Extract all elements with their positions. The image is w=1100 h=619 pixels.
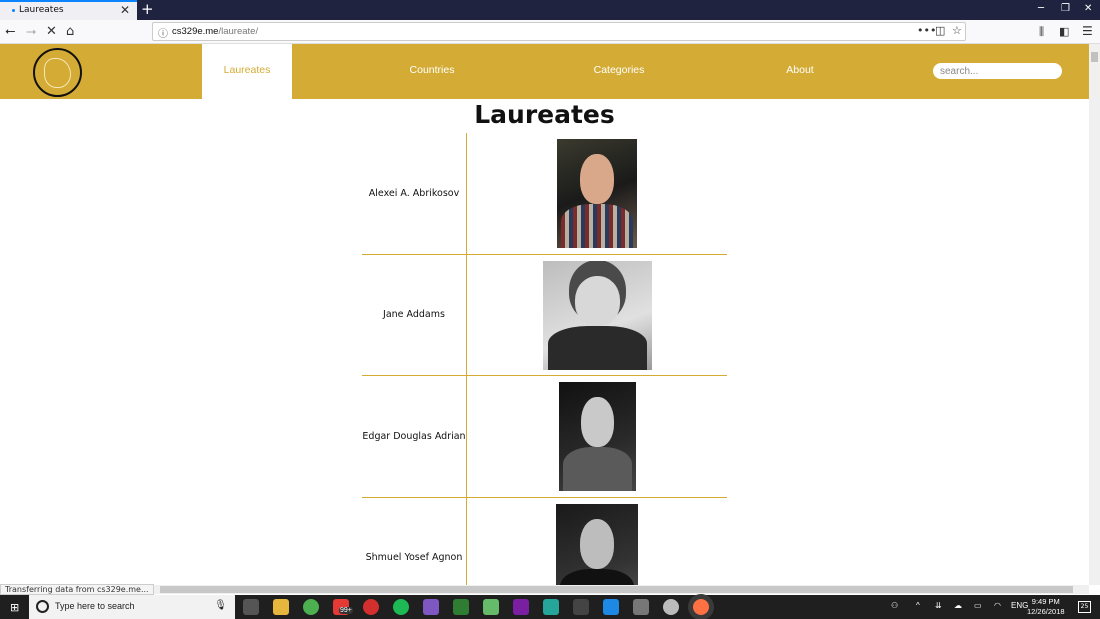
- microphone-icon[interactable]: 🎙: [214, 600, 227, 611]
- horizontal-scrollbar[interactable]: [0, 585, 1089, 594]
- new-tab-icon[interactable]: +: [141, 0, 154, 19]
- search-input[interactable]: [933, 63, 1062, 79]
- laureate-photo[interactable]: [543, 260, 652, 370]
- stop-icon[interactable]: ✕: [46, 23, 57, 40]
- minimize-icon[interactable]: ─: [1038, 3, 1044, 14]
- laureate-row[interactable]: Jane Addams: [362, 254, 727, 376]
- unity-icon[interactable]: [573, 599, 589, 615]
- taskbar-search-text: Type here to search: [55, 601, 135, 611]
- vscode-icon[interactable]: [603, 599, 619, 615]
- tray-app-icon[interactable]: ⇊: [935, 601, 942, 610]
- status-text: Transferring data from cs329e.me...: [0, 584, 154, 595]
- cortana-icon: [36, 600, 49, 613]
- wifi-icon[interactable]: ◠: [994, 601, 1001, 610]
- loading-indicator-icon: [12, 9, 15, 12]
- task-view-icon[interactable]: [243, 599, 259, 615]
- laureate-name[interactable]: Edgar Douglas Adrian: [362, 376, 467, 497]
- browser-tab[interactable]: Laureates ✕: [0, 0, 137, 20]
- laureate-name[interactable]: Jane Addams: [362, 254, 467, 375]
- taskbar: ⊞ Type here to search 🎙 99+ ⚇ ^ ⇊ ☁ ▭ ◠ …: [0, 595, 1100, 619]
- address-bar[interactable]: ⓘ cs329e.me/laureate/ ••• ◫ ☆: [152, 22, 966, 41]
- logo-figure-icon: [44, 58, 71, 88]
- laureate-list: Alexei A. Abrikosov Jane Addams Edgar Do…: [362, 133, 727, 585]
- page-title: Laureates: [474, 100, 615, 129]
- file-explorer-icon[interactable]: [273, 599, 289, 615]
- date: 12/26/2018: [1027, 607, 1065, 616]
- tab-title: Laureates: [19, 5, 64, 15]
- forward-icon[interactable]: ⭢: [26, 23, 36, 40]
- site-info-icon[interactable]: ⓘ: [158, 25, 168, 40]
- action-center-icon[interactable]: 25: [1078, 601, 1091, 613]
- app-icon[interactable]: [363, 599, 379, 615]
- laureate-photo[interactable]: [557, 139, 637, 248]
- laureate-photo[interactable]: [559, 382, 636, 491]
- android-studio-icon[interactable]: [483, 599, 499, 615]
- url-text: cs329e.me/laureate/: [172, 26, 259, 37]
- back-icon[interactable]: ⭠: [5, 23, 15, 40]
- clock[interactable]: 9:49 PM 12/26/2018: [1027, 597, 1065, 617]
- laureate-row[interactable]: Shmuel Yosef Agnon: [362, 497, 727, 585]
- restore-icon[interactable]: ❐: [1061, 3, 1070, 14]
- app-icon[interactable]: [423, 599, 439, 615]
- laureate-photo[interactable]: [556, 503, 638, 585]
- menu-icon[interactable]: ☰: [1082, 23, 1093, 40]
- battery-icon[interactable]: ▭: [974, 601, 982, 610]
- spotify-icon[interactable]: [393, 599, 409, 615]
- notification-badge: 99+: [339, 607, 353, 614]
- tab-strip: Laureates ✕ + ─ ❐ ✕: [0, 0, 1100, 20]
- home-icon[interactable]: ⌂: [66, 23, 74, 40]
- taskbar-search[interactable]: Type here to search 🎙: [29, 595, 235, 619]
- m-app-icon[interactable]: [543, 599, 559, 615]
- chrome-icon[interactable]: [303, 599, 319, 615]
- browser-toolbar: ⭠ ⭢ ✕ ⌂ ⓘ cs329e.me/laureate/ ••• ◫ ☆ ⫼ …: [0, 20, 1100, 44]
- tab-close-icon[interactable]: ✕: [120, 3, 130, 17]
- vertical-scrollbar[interactable]: [1089, 44, 1100, 585]
- language-indicator[interactable]: ENG: [1011, 601, 1028, 610]
- laureate-name[interactable]: Shmuel Yosef Agnon: [362, 497, 467, 585]
- site-logo[interactable]: [33, 48, 82, 97]
- time: 9:49 PM: [1031, 597, 1060, 606]
- nav-laureates[interactable]: Laureates: [202, 44, 292, 99]
- nav-about[interactable]: About: [755, 44, 845, 99]
- windows-start-icon[interactable]: ⊞: [10, 601, 19, 614]
- show-hidden-icons[interactable]: ^: [916, 601, 920, 610]
- laureate-row[interactable]: Edgar Douglas Adrian: [362, 376, 727, 498]
- library-icon[interactable]: ⫼: [1039, 23, 1044, 40]
- app-icon[interactable]: [633, 599, 649, 615]
- onedrive-icon[interactable]: ☁: [954, 601, 962, 610]
- window-close-icon[interactable]: ✕: [1084, 3, 1092, 14]
- github-icon[interactable]: [663, 599, 679, 615]
- nav-countries[interactable]: Countries: [387, 44, 477, 99]
- pocket-icon[interactable]: ◫: [935, 24, 945, 37]
- page-actions-icon[interactable]: •••: [917, 24, 936, 37]
- site-header: Laureates Countries Categories About: [0, 44, 1089, 99]
- people-icon[interactable]: ⚇: [891, 601, 898, 610]
- scroll-thumb[interactable]: [1091, 52, 1098, 62]
- laureate-name[interactable]: Alexei A. Abrikosov: [362, 133, 467, 254]
- pycharm-icon[interactable]: [453, 599, 469, 615]
- nav-categories[interactable]: Categories: [574, 44, 664, 99]
- firefox-icon[interactable]: [693, 599, 709, 615]
- visual-studio-icon[interactable]: [513, 599, 529, 615]
- bookmark-star-icon[interactable]: ☆: [952, 24, 962, 37]
- laureate-row[interactable]: Alexei A. Abrikosov: [362, 133, 727, 255]
- scroll-thumb[interactable]: [160, 586, 1073, 593]
- sidebar-icon[interactable]: ◧: [1059, 23, 1069, 40]
